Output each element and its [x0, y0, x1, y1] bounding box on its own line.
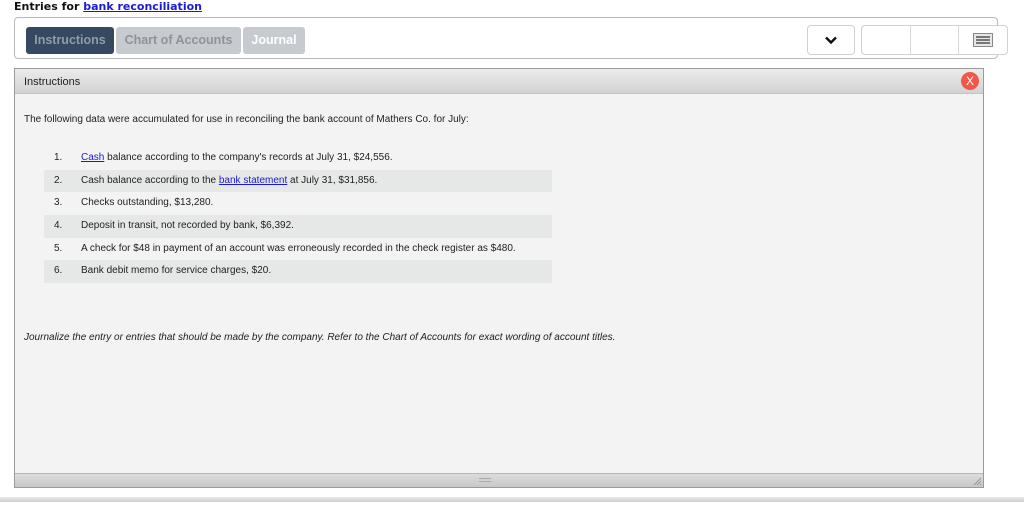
tab-journal[interactable]: Journal [243, 27, 305, 54]
data-list: 1. Cash balance according to the company… [44, 147, 552, 284]
resize-corner-icon[interactable] [972, 476, 982, 486]
chevron-down-icon [825, 36, 837, 44]
item-text: A check for $48 in payment of an account… [81, 242, 516, 254]
bottom-divider [0, 497, 1024, 502]
page-title-prefix: Entries for [14, 0, 84, 13]
item-number: 1. [54, 152, 63, 163]
item-text: Deposit in transit, not recorded by bank… [81, 220, 294, 232]
view-button-group [861, 25, 1008, 55]
toolbar: Instructions Chart of Accounts Journal [14, 17, 1008, 59]
list-item: 2. Cash balance according to the bank st… [44, 169, 552, 193]
journalize-instruction: Journalize the entry or entries that sho… [24, 332, 616, 343]
panel-footer [15, 473, 983, 487]
item-number: 4. [54, 220, 63, 232]
menu-button[interactable] [959, 26, 1007, 54]
close-button[interactable]: X [961, 72, 979, 90]
dropdown-button[interactable] [807, 25, 855, 55]
list-item: 4. Deposit in transit, not recorded by b… [44, 215, 552, 238]
item-text: balance according to the company's recor… [104, 152, 393, 163]
list-item: 5. A check for $48 in payment of an acco… [44, 238, 552, 261]
page-title: Entries for bank reconciliation [14, 0, 202, 13]
tab-chart-of-accounts[interactable]: Chart of Accounts [116, 27, 241, 54]
list-item: 3. Checks outstanding, $13,280. [44, 192, 552, 215]
list-menu-icon [973, 33, 994, 47]
item-number: 5. [54, 242, 63, 254]
intro-text: The following data were accumulated for … [24, 114, 469, 125]
item-text: Cash balance according to the [81, 174, 219, 186]
item-number: 3. [54, 197, 63, 209]
item-text: Bank debit memo for service charges, $20… [81, 265, 272, 277]
bank-reconciliation-link[interactable]: bank reconciliation [83, 0, 202, 13]
list-item: 6. Bank debit memo for service charges, … [44, 260, 552, 284]
resize-grip-icon[interactable] [479, 478, 491, 482]
view-button-2[interactable] [911, 26, 960, 54]
panel-title: Instructions [24, 76, 81, 88]
view-button-1[interactable] [862, 26, 911, 54]
instructions-panel: Instructions X The following data were a… [14, 68, 984, 488]
list-item: 1. Cash balance according to the company… [44, 147, 552, 170]
item-number: 2. [54, 174, 63, 186]
bank-statement-link[interactable]: bank statement [219, 175, 287, 186]
cash-link[interactable]: Cash [81, 152, 104, 163]
close-icon: X [965, 74, 974, 88]
item-number: 6. [54, 265, 63, 277]
item-text: at July 31, $31,856. [287, 174, 378, 186]
item-text: Checks outstanding, $13,280. [81, 197, 214, 209]
tab-instructions[interactable]: Instructions [26, 27, 114, 54]
panel-header: Instructions X [15, 69, 983, 94]
